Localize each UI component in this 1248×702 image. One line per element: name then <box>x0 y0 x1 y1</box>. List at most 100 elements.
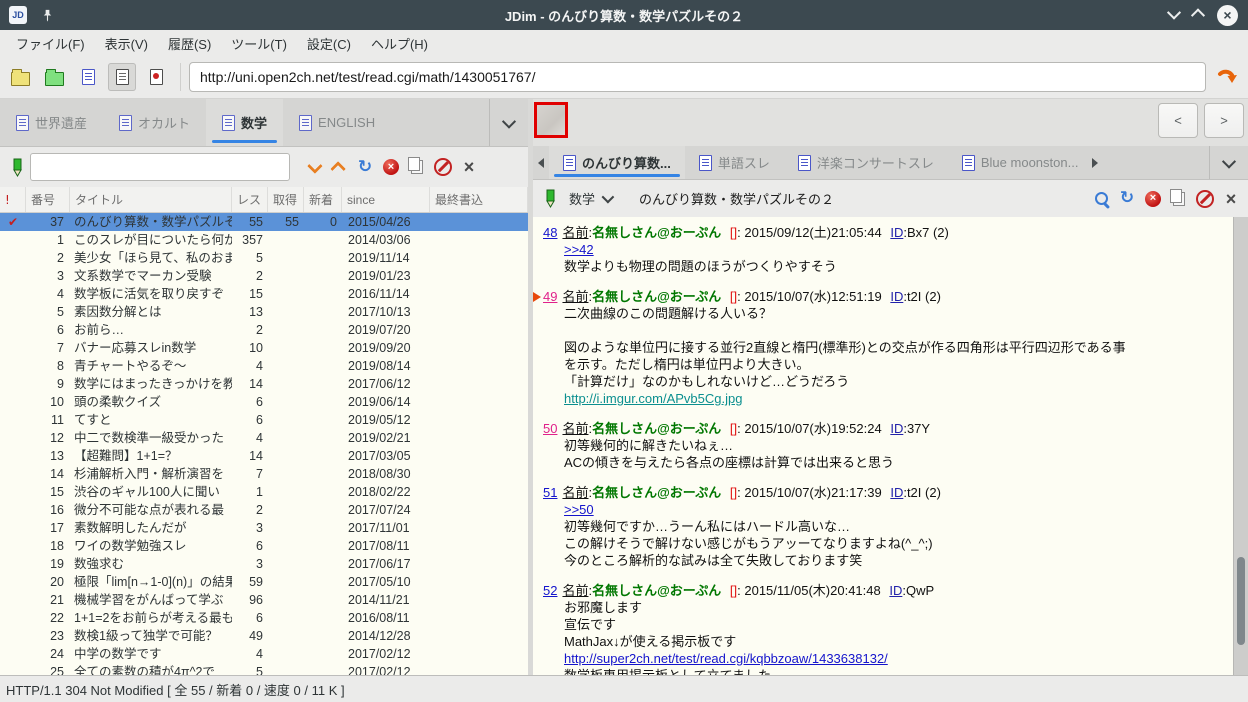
open-url-button[interactable] <box>1210 61 1244 93</box>
thread-row[interactable]: 11 てすと 6 2019/05/12 <box>0 411 528 429</box>
thread-stop-button[interactable]: × <box>1140 186 1166 212</box>
column-header[interactable]: 新着 <box>304 187 342 212</box>
thread-row[interactable]: 2 美少女「ほら見て、私のおま 5 2019/11/14 <box>0 249 528 267</box>
thread-tab[interactable]: 洋楽コンサートスレ <box>784 146 948 179</box>
thread-close-button[interactable]: × <box>1218 186 1244 212</box>
close-button[interactable]: × <box>1217 4 1238 26</box>
search-up-button[interactable] <box>326 154 352 180</box>
write-pencil-icon[interactable] <box>10 158 24 177</box>
open-board-list-button[interactable] <box>6 63 34 91</box>
thread-row[interactable]: 25 全ての素数の積が4π^2で 5 2017/02/12 <box>0 663 528 675</box>
board-tab[interactable]: 数学 <box>206 99 284 146</box>
thread-row[interactable]: ✔ 37 のんびり算数・数学パズルその 55 55 0 2015/04/26 <box>0 213 528 231</box>
thread-row[interactable]: 6 お前ら… 2 2019/07/20 <box>0 321 528 339</box>
thread-row[interactable]: 19 数強求む 3 2017/06/17 <box>0 555 528 573</box>
forward-button[interactable]: > <box>1204 103 1244 138</box>
pin-icon[interactable] <box>41 9 54 22</box>
tabs-scroll-left-button[interactable] <box>533 146 549 179</box>
thread-reload-button[interactable]: ↻ <box>1114 186 1140 212</box>
thread-row[interactable]: 13 【超難問】1+1=？ 14 2017/03/05 <box>0 447 528 465</box>
thread-copy-button[interactable] <box>1166 186 1192 212</box>
thread-row[interactable]: 18 ワイの数学勉強スレ 6 2017/08/11 <box>0 537 528 555</box>
post-body-link[interactable]: >>50 <box>564 502 594 517</box>
thread-row[interactable]: 12 中二で数検準一級受かった 4 2019/02/21 <box>0 429 528 447</box>
back-button[interactable]: < <box>1158 103 1198 138</box>
url-input[interactable] <box>189 62 1206 92</box>
thread-row[interactable]: 1 このスレが目についたら何か 357 2014/03/06 <box>0 231 528 249</box>
thread-row[interactable]: 10 頭の柔軟クイズ 6 2019/06/14 <box>0 393 528 411</box>
post-number-link[interactable]: 49 <box>543 289 557 304</box>
thread-row[interactable]: 24 中学の数学です 4 2017/02/12 <box>0 645 528 663</box>
board-tab[interactable]: 世界遺産 <box>0 99 103 146</box>
thread-row[interactable]: 17 素数解明したんだが 3 2017/11/01 <box>0 519 528 537</box>
column-header[interactable]: レス <box>232 187 268 212</box>
post-number-link[interactable]: 51 <box>543 485 557 500</box>
open-favorites-button[interactable] <box>40 63 68 91</box>
board-close-button[interactable]: × <box>456 154 482 180</box>
thread-tab-list-button[interactable] <box>1209 146 1248 179</box>
thread-row[interactable]: 20 極限「lim[n→1-0](n)」の結果 59 2017/05/10 <box>0 573 528 591</box>
tabs-scroll-right-button[interactable] <box>1092 146 1108 179</box>
thread-list-header[interactable]: ! 番号 タイトル レス 取得 新着 since 最終書込 <box>0 187 528 213</box>
thread-row[interactable]: 3 文系数学でマーカン受験 2 2019/01/23 <box>0 267 528 285</box>
post-id-link[interactable]: ID <box>890 421 903 436</box>
column-header[interactable]: 最終書込 <box>430 187 528 212</box>
board-abone-button[interactable] <box>430 154 456 180</box>
thread-row[interactable]: 7 バナー応募スレin数学 10 2019/09/20 <box>0 339 528 357</box>
column-header[interactable]: 番号 <box>26 187 70 212</box>
thread-row[interactable]: 8 青チャートやるぞ～ 4 2019/08/14 <box>0 357 528 375</box>
write-post-button[interactable] <box>543 189 557 208</box>
column-header[interactable]: since <box>342 187 430 212</box>
board-tab-list-button[interactable] <box>489 99 528 146</box>
column-header[interactable]: タイトル <box>70 187 232 212</box>
column-header[interactable]: 取得 <box>268 187 304 212</box>
post-id-link[interactable]: ID <box>889 583 902 598</box>
post-number-link[interactable]: 48 <box>543 225 557 240</box>
menu-item[interactable]: ヘルプ(H) <box>361 31 438 56</box>
scrollbar-thumb[interactable] <box>1236 557 1245 645</box>
board-view-button[interactable] <box>74 63 102 91</box>
menu-item[interactable]: 設定(C) <box>297 31 361 56</box>
thread-row[interactable]: 14 杉浦解析入門・解析演習を 7 2018/08/30 <box>0 465 528 483</box>
board-tab[interactable]: ENGLISH <box>283 99 391 146</box>
board-tab[interactable]: オカルト <box>103 99 206 146</box>
post-number-link[interactable]: 52 <box>543 583 557 598</box>
menu-item[interactable]: 履歴(S) <box>158 31 221 56</box>
thread-search-input[interactable] <box>30 153 290 181</box>
post-body-link[interactable]: >>42 <box>564 242 594 257</box>
menu-item[interactable]: ファイル(F) <box>6 31 95 56</box>
maximize-button[interactable] <box>1190 6 1206 24</box>
thread-search-button[interactable] <box>1088 186 1114 212</box>
thread-abone-button[interactable] <box>1192 186 1218 212</box>
thread-row[interactable]: 21 機械学習をがんばって学ぶ 96 2014/11/21 <box>0 591 528 609</box>
board-reload-button[interactable]: ↻ <box>352 154 378 180</box>
thread-tab[interactable]: Blue moonston... <box>948 146 1093 179</box>
image-thumbnail-tab[interactable] <box>534 102 568 138</box>
minimize-button[interactable] <box>1166 5 1182 24</box>
thread-tab[interactable]: 単語スレ <box>685 146 784 179</box>
thread-row[interactable]: 5 素因数分解とは 13 2017/10/13 <box>0 303 528 321</box>
post-id-link[interactable]: ID <box>890 225 903 240</box>
thread-tab[interactable]: のんびり算数... <box>549 146 685 179</box>
board-stop-button[interactable]: × <box>378 154 404 180</box>
board-name-dropdown[interactable]: 数学 <box>563 189 621 208</box>
post-body-link[interactable]: http://super2ch.net/test/read.cgi/kqbbzo… <box>564 651 888 666</box>
scrollbar[interactable] <box>1233 217 1248 675</box>
thread-row[interactable]: 23 数検1級って独学で可能？ 49 2014/12/28 <box>0 627 528 645</box>
thread-row[interactable]: 9 数学にはまったきっかけを教 14 2017/06/12 <box>0 375 528 393</box>
thread-row[interactable]: 16 微分不可能な点が表れる最 2 2017/07/24 <box>0 501 528 519</box>
thread-row[interactable]: 22 1+1=2をお前らが考える最も 6 2016/08/11 <box>0 609 528 627</box>
post-id-link[interactable]: ID <box>890 289 903 304</box>
thread-row[interactable]: 15 渋谷のギャル100人に聞い 1 2018/02/22 <box>0 483 528 501</box>
post-number-link[interactable]: 50 <box>543 421 557 436</box>
search-down-button[interactable] <box>300 154 326 180</box>
column-header[interactable]: ! <box>0 187 26 212</box>
image-view-button[interactable] <box>142 63 170 91</box>
post-body-link[interactable]: http://i.imgur.com/APvb5Cg.jpg <box>564 391 742 406</box>
board-copy-button[interactable] <box>404 154 430 180</box>
thread-row[interactable]: 4 数学板に活気を取り戻すぞ 15 2016/11/14 <box>0 285 528 303</box>
menu-item[interactable]: 表示(V) <box>95 31 158 56</box>
thread-view-button[interactable] <box>108 63 136 91</box>
post-id-link[interactable]: ID <box>890 485 903 500</box>
menu-item[interactable]: ツール(T) <box>221 31 297 56</box>
